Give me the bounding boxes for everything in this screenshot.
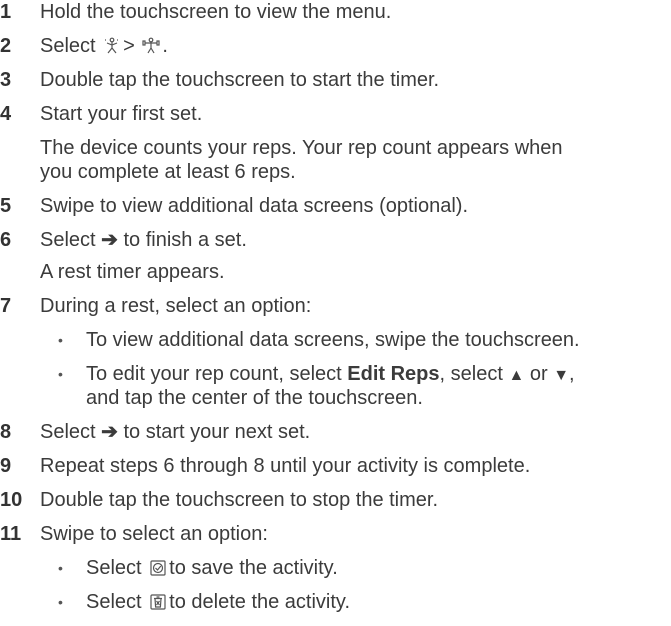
- bullet-dot: •: [58, 594, 63, 610]
- step-text: During a rest, select an option:: [40, 295, 312, 317]
- trash-icon: [149, 593, 167, 617]
- bullet-text-or: or: [529, 363, 548, 385]
- step-text: Repeat steps 6 through 8 until your acti…: [40, 455, 531, 477]
- training-run-icon: [103, 37, 121, 61]
- step-text: Select > .: [40, 34, 168, 61]
- step-text: Swipe to select an option:: [40, 523, 268, 545]
- step-4-note-line-1: The device counts your reps. Your rep co…: [40, 137, 563, 159]
- step-text: Double tap the touchscreen to start the …: [40, 69, 440, 91]
- arrow-right-icon: ➔: [101, 421, 118, 443]
- bullet-text-post: to save the activity.: [169, 557, 338, 579]
- bullet-dot: •: [58, 366, 63, 382]
- step-4-note-line-2: you complete at least 6 reps.: [40, 161, 296, 183]
- bullet-text: Select to save the activity.: [86, 556, 338, 583]
- step-number: 8: [0, 421, 12, 443]
- step-text-pre: Select: [40, 421, 96, 443]
- step-number: 4: [0, 103, 12, 125]
- step-text-pre: Select: [40, 35, 96, 57]
- step-text-post: to finish a set.: [123, 229, 247, 251]
- bullet-text-post: to delete the activity.: [169, 591, 350, 613]
- bullet-text: Select to delete the activity.: [86, 590, 350, 617]
- bullet-text: To view additional data screens, swipe t…: [86, 329, 580, 351]
- step-text: Start your first set.: [40, 103, 203, 125]
- bullet-text-pre: To edit your rep count, select: [86, 363, 342, 385]
- edit-reps-label: Edit Reps: [347, 363, 440, 385]
- step-number: 1: [0, 1, 12, 23]
- step-number: 5: [0, 195, 12, 217]
- step-text: Double tap the touchscreen to stop the t…: [40, 489, 439, 511]
- strength-icon: [142, 37, 161, 61]
- down-arrow-icon: ▼: [553, 367, 570, 384]
- bullet-text-pre: Select: [86, 557, 142, 579]
- step-number: 11: [0, 523, 22, 545]
- step-separator: >: [123, 35, 135, 57]
- bullet-dot: •: [58, 560, 63, 576]
- bullet-text-mid: , select: [439, 363, 503, 385]
- step-text: Hold the touchscreen to view the menu.: [40, 1, 392, 23]
- step-text: Select ➔ to finish a set.: [40, 228, 247, 252]
- step-text: Select ➔ to start your next set.: [40, 420, 310, 444]
- up-arrow-icon: ▲: [508, 367, 525, 384]
- bullet-dot: •: [58, 332, 63, 348]
- step-number: 2: [0, 35, 12, 57]
- step-text: Swipe to view additional data screens (o…: [40, 195, 469, 217]
- step-6-note: A rest timer appears.: [40, 261, 225, 283]
- step-number: 6: [0, 229, 12, 251]
- step-text-post: to start your next set.: [123, 421, 311, 443]
- save-check-icon: [149, 559, 167, 583]
- step-number: 10: [0, 489, 23, 511]
- bullet-text: To edit your rep count, select Edit Reps…: [86, 362, 575, 388]
- step-text-pre: Select: [40, 229, 96, 251]
- bullet-text-end: ,: [569, 363, 575, 385]
- arrow-right-icon: ➔: [101, 229, 118, 251]
- step-number: 7: [0, 295, 12, 317]
- step-number: 3: [0, 69, 12, 91]
- step-text-post: .: [162, 35, 168, 57]
- step-number: 9: [0, 455, 12, 477]
- step-7-bullet-2-line-2: and tap the center of the touchscreen.: [86, 387, 423, 409]
- bullet-text-pre: Select: [86, 591, 142, 613]
